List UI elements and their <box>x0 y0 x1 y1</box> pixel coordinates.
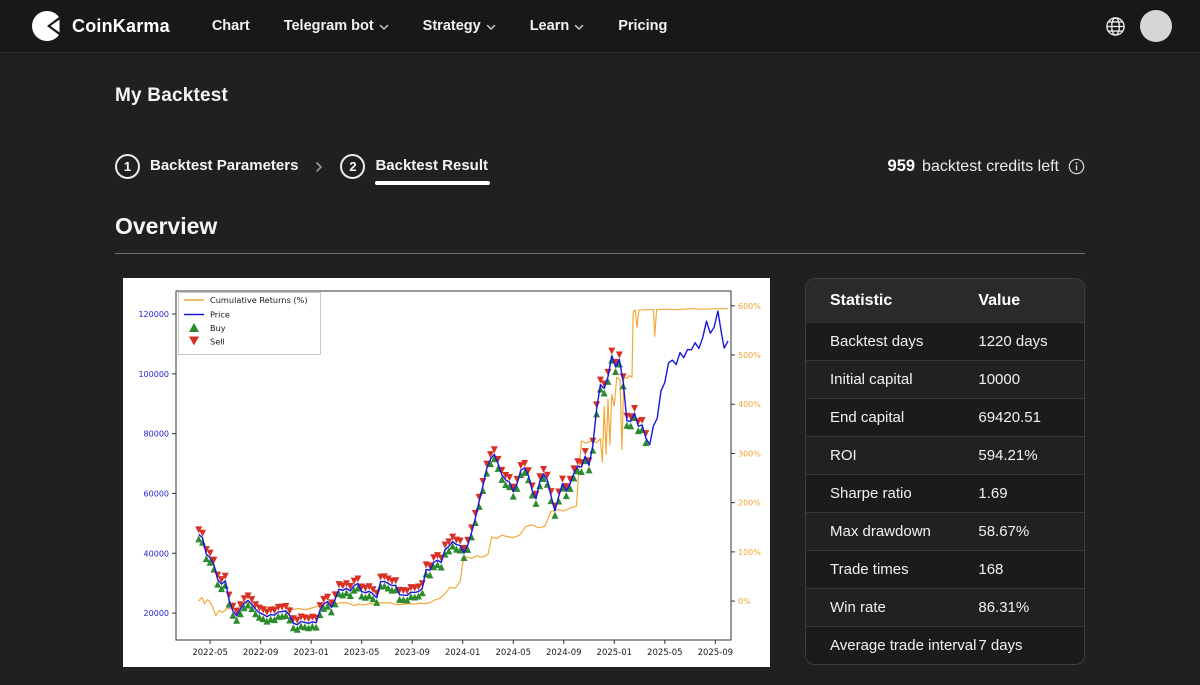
credits-label: backtest credits left <box>922 158 1059 176</box>
svg-text:2024-05: 2024-05 <box>495 648 531 658</box>
svg-text:2023-01: 2023-01 <box>293 648 329 658</box>
statistics-table: Statistic Value Backtest days1220 daysIn… <box>806 279 1084 664</box>
section-divider <box>115 253 1085 254</box>
page-title: My Backtest <box>115 85 1085 107</box>
svg-text:20000: 20000 <box>144 609 169 618</box>
stat-value: 1.69 <box>978 475 1084 513</box>
svg-text:2023-05: 2023-05 <box>344 648 380 658</box>
user-avatar[interactable] <box>1140 10 1172 42</box>
svg-text:60000: 60000 <box>144 489 169 498</box>
table-row: End capital69420.51 <box>806 399 1084 437</box>
svg-text:2025-01: 2025-01 <box>597 648 633 658</box>
svg-text:600%: 600% <box>738 302 761 311</box>
svg-text:200%: 200% <box>738 499 761 508</box>
svg-text:2023-09: 2023-09 <box>394 648 430 658</box>
chevron-right-icon <box>314 161 324 173</box>
chevron-down-icon <box>486 24 496 31</box>
svg-text:400%: 400% <box>738 400 761 409</box>
stat-value: 1220 days <box>978 323 1084 361</box>
stat-value: 86.31% <box>978 589 1084 627</box>
stepper-row: 1 Backtest Parameters 2 Backtest Result … <box>115 154 1085 179</box>
stat-label: Max drawdown <box>806 513 978 551</box>
backtest-chart-svg: 2022-05 2022-09 2023-01 2023-05 2023-09 2024-… <box>123 278 770 667</box>
table-header-row: Statistic Value <box>806 279 1084 323</box>
step-2-circle: 2 <box>340 154 365 179</box>
stat-value: 594.21% <box>978 437 1084 475</box>
svg-text:Buy: Buy <box>210 323 226 333</box>
svg-text:Sell: Sell <box>210 337 225 347</box>
table-row: Trade times168 <box>806 551 1084 589</box>
column-header-statistic: Statistic <box>806 279 978 323</box>
svg-text:80000: 80000 <box>144 430 169 439</box>
stat-value: 10000 <box>978 361 1084 399</box>
nav-right <box>1105 10 1172 42</box>
table-row: Win rate86.31% <box>806 589 1084 627</box>
stat-label: Average trade interval <box>806 627 978 665</box>
stat-value: 58.67% <box>978 513 1084 551</box>
nav-item-strategy[interactable]: Strategy <box>423 18 496 34</box>
table-row: Max drawdown58.67% <box>806 513 1084 551</box>
navbar: CoinKarma Chart Telegram bot Strategy Learn… <box>0 0 1200 53</box>
stat-value: 7 days <box>978 627 1084 665</box>
overview-body: 2022-05 2022-09 2023-01 2023-05 2023-09 2024-… <box>115 278 1085 667</box>
svg-text:2024-01: 2024-01 <box>445 648 481 658</box>
step-backtest-parameters[interactable]: 1 Backtest Parameters <box>115 154 298 179</box>
svg-text:100000: 100000 <box>138 370 169 379</box>
step-2-label: Backtest Result <box>375 157 488 176</box>
svg-text:300%: 300% <box>738 449 761 458</box>
table-row: Average trade interval7 days <box>806 627 1084 665</box>
svg-text:120000: 120000 <box>138 310 169 319</box>
svg-text:2025-05: 2025-05 <box>647 648 683 658</box>
nav-item-pricing[interactable]: Pricing <box>618 18 667 34</box>
chevron-down-icon <box>574 24 584 31</box>
stat-label: Sharpe ratio <box>806 475 978 513</box>
stat-label: ROI <box>806 437 978 475</box>
svg-text:Cumulative Returns (%): Cumulative Returns (%) <box>210 295 308 305</box>
table-row: Initial capital10000 <box>806 361 1084 399</box>
brand[interactable]: CoinKarma <box>32 11 170 41</box>
info-icon[interactable] <box>1068 158 1085 175</box>
backtest-chart: 2022-05 2022-09 2023-01 2023-05 2023-09 2024-… <box>123 278 770 667</box>
stat-value: 69420.51 <box>978 399 1084 437</box>
statistics-panel: Statistic Value Backtest days1220 daysIn… <box>805 278 1085 665</box>
page-content: My Backtest 1 Backtest Parameters 2 Back… <box>115 85 1085 667</box>
column-header-value: Value <box>978 279 1084 323</box>
stat-label: End capital <box>806 399 978 437</box>
svg-text:2024-09: 2024-09 <box>546 648 582 658</box>
svg-text:2022-09: 2022-09 <box>243 648 279 658</box>
table-row: ROI594.21% <box>806 437 1084 475</box>
svg-text:40000: 40000 <box>144 549 169 558</box>
nav-item-telegram-bot[interactable]: Telegram bot <box>284 18 389 34</box>
backtest-credits: 959 backtest credits left <box>888 157 1085 176</box>
stat-label: Win rate <box>806 589 978 627</box>
table-row: Sharpe ratio1.69 <box>806 475 1084 513</box>
svg-text:500%: 500% <box>738 351 761 360</box>
coinkarma-logo-icon <box>32 11 62 41</box>
step-1-label: Backtest Parameters <box>150 157 298 176</box>
language-globe-icon[interactable] <box>1105 16 1126 37</box>
chevron-down-icon <box>379 24 389 31</box>
nav-item-learn[interactable]: Learn <box>530 18 585 34</box>
main-nav: Chart Telegram bot Strategy Learn Pricing <box>212 18 1105 34</box>
svg-text:2022-05: 2022-05 <box>192 648 228 658</box>
stat-label: Trade times <box>806 551 978 589</box>
svg-text:2025-09: 2025-09 <box>698 648 734 658</box>
step-backtest-result[interactable]: 2 Backtest Result <box>340 154 488 179</box>
svg-text:Price: Price <box>210 310 230 320</box>
credits-count: 959 <box>888 157 916 176</box>
table-row: Backtest days1220 days <box>806 323 1084 361</box>
section-title-overview: Overview <box>115 213 1085 240</box>
stat-label: Backtest days <box>806 323 978 361</box>
brand-name: CoinKarma <box>72 16 170 37</box>
stepper: 1 Backtest Parameters 2 Backtest Result <box>115 154 488 179</box>
nav-item-chart[interactable]: Chart <box>212 18 250 34</box>
svg-text:100%: 100% <box>738 548 761 557</box>
stat-label: Initial capital <box>806 361 978 399</box>
svg-text:0%: 0% <box>738 597 751 606</box>
step-1-circle: 1 <box>115 154 140 179</box>
stat-value: 168 <box>978 551 1084 589</box>
